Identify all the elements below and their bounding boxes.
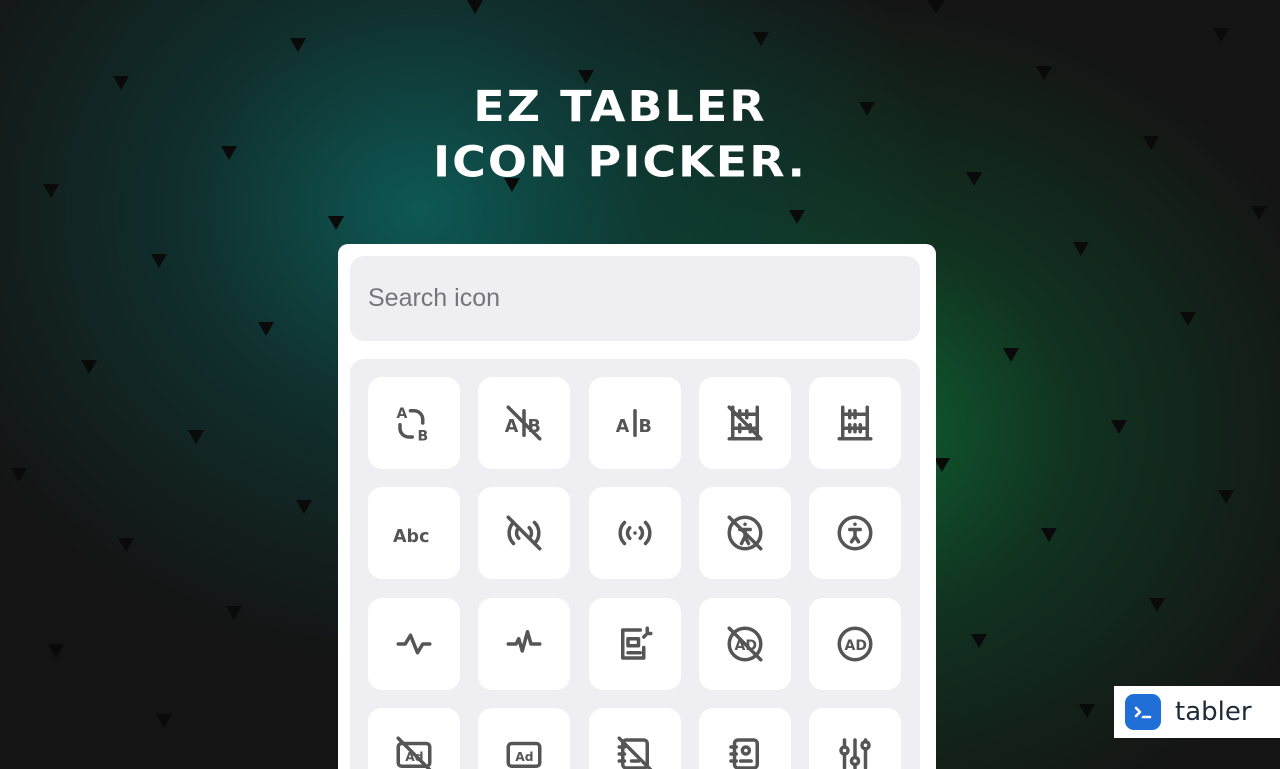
icon-tile[interactable]: A B: [368, 377, 460, 469]
decorative-triangle: [467, 0, 483, 14]
ad-icon: Ad: [506, 741, 542, 768]
decorative-triangle: [934, 458, 950, 472]
icon-tile[interactable]: [809, 708, 901, 769]
accessible-icon: [837, 515, 873, 551]
svg-text:Ad: Ad: [515, 750, 533, 764]
icon-tile[interactable]: AD: [699, 598, 791, 690]
decorative-triangle: [1149, 598, 1165, 612]
abc-icon: Abc: [393, 527, 429, 547]
icon-tile[interactable]: [809, 487, 901, 579]
icon-picker-panel: A B A B A B: [338, 244, 936, 769]
tabler-brand-badge[interactable]: tabler: [1114, 686, 1280, 738]
decorative-triangle: [1073, 242, 1089, 256]
ad-off-icon: Ad: [396, 736, 432, 769]
decorative-triangle: [48, 644, 64, 658]
decorative-triangle: [118, 538, 134, 552]
decorative-triangle: [188, 430, 204, 444]
svg-text:A: A: [616, 417, 630, 437]
decorative-triangle: [11, 468, 27, 482]
ad-circle-icon: AD: [837, 626, 873, 662]
svg-text:A: A: [397, 406, 408, 422]
page-title: EZ TABLER ICON PICKER.: [0, 79, 1240, 189]
icon-grid: A B A B A B Abc AD AD Ad Ad: [350, 359, 920, 769]
decorative-triangle: [151, 254, 167, 268]
svg-text:Abc: Abc: [393, 527, 429, 547]
icon-tile[interactable]: [478, 598, 570, 690]
decorative-triangle: [971, 634, 987, 648]
tabler-logo-icon: [1125, 694, 1161, 730]
a-b-off-icon: A B: [505, 405, 542, 441]
icon-tile[interactable]: [699, 708, 791, 769]
icon-tile[interactable]: AD: [809, 598, 901, 690]
svg-text:B: B: [418, 429, 429, 445]
activity-heartbeat-icon: [506, 630, 542, 653]
decorative-triangle: [789, 210, 805, 224]
abacus-icon: [837, 405, 873, 441]
decorative-triangle: [1003, 348, 1019, 362]
decorative-triangle: [1111, 420, 1127, 434]
accessible-off-icon: [727, 515, 763, 551]
decorative-triangle: [156, 714, 172, 728]
svg-text:AD: AD: [845, 638, 867, 654]
title-line-2: ICON PICKER.: [433, 136, 807, 187]
icon-tile[interactable]: [478, 487, 570, 579]
decorative-triangle: [258, 322, 274, 336]
access-point-off-icon: [506, 515, 542, 551]
decorative-triangle: [1251, 206, 1267, 220]
ad-circle-off-icon: AD: [727, 626, 763, 662]
decorative-triangle: [1213, 28, 1229, 42]
activity-icon: [396, 633, 432, 655]
decorative-triangle: [1041, 528, 1057, 542]
svg-text:B: B: [639, 417, 652, 437]
a-b-2-icon: A B: [397, 406, 429, 445]
abacus-off-icon: [727, 405, 763, 441]
brand-name: tabler: [1175, 697, 1252, 727]
svg-text:A: A: [505, 417, 519, 437]
icon-tile[interactable]: Abc: [368, 487, 460, 579]
decorative-triangle: [1218, 490, 1234, 504]
icon-tile[interactable]: [699, 487, 791, 579]
decorative-triangle: [1180, 312, 1196, 326]
decorative-triangle: [296, 500, 312, 514]
decorative-triangle: [290, 38, 306, 52]
decorative-triangle: [226, 606, 242, 620]
decorative-triangle: [1079, 704, 1095, 718]
icon-tile[interactable]: [368, 598, 460, 690]
a-b-icon: A B: [616, 409, 652, 437]
ad-2-icon: [621, 626, 653, 660]
adjustments-horizontal-icon: [839, 738, 871, 769]
decorative-triangle: [81, 360, 97, 374]
title-line-1: EZ TABLER: [473, 81, 767, 132]
icon-tile[interactable]: [809, 377, 901, 469]
access-point-icon: [618, 520, 652, 546]
search-input[interactable]: [350, 256, 920, 341]
icon-tile[interactable]: Ad: [478, 708, 570, 769]
icon-tile[interactable]: [589, 487, 681, 579]
address-book-icon: [729, 738, 759, 769]
icon-tile[interactable]: [589, 598, 681, 690]
address-book-off-icon: [617, 736, 653, 769]
decorative-triangle: [753, 32, 769, 46]
icon-tile[interactable]: Ad: [368, 708, 460, 769]
icon-tile[interactable]: A B: [478, 377, 570, 469]
icon-tile[interactable]: A B: [589, 377, 681, 469]
icon-tile[interactable]: [699, 377, 791, 469]
decorative-triangle: [328, 216, 344, 230]
icon-tile[interactable]: [589, 708, 681, 769]
decorative-triangle: [928, 0, 944, 14]
